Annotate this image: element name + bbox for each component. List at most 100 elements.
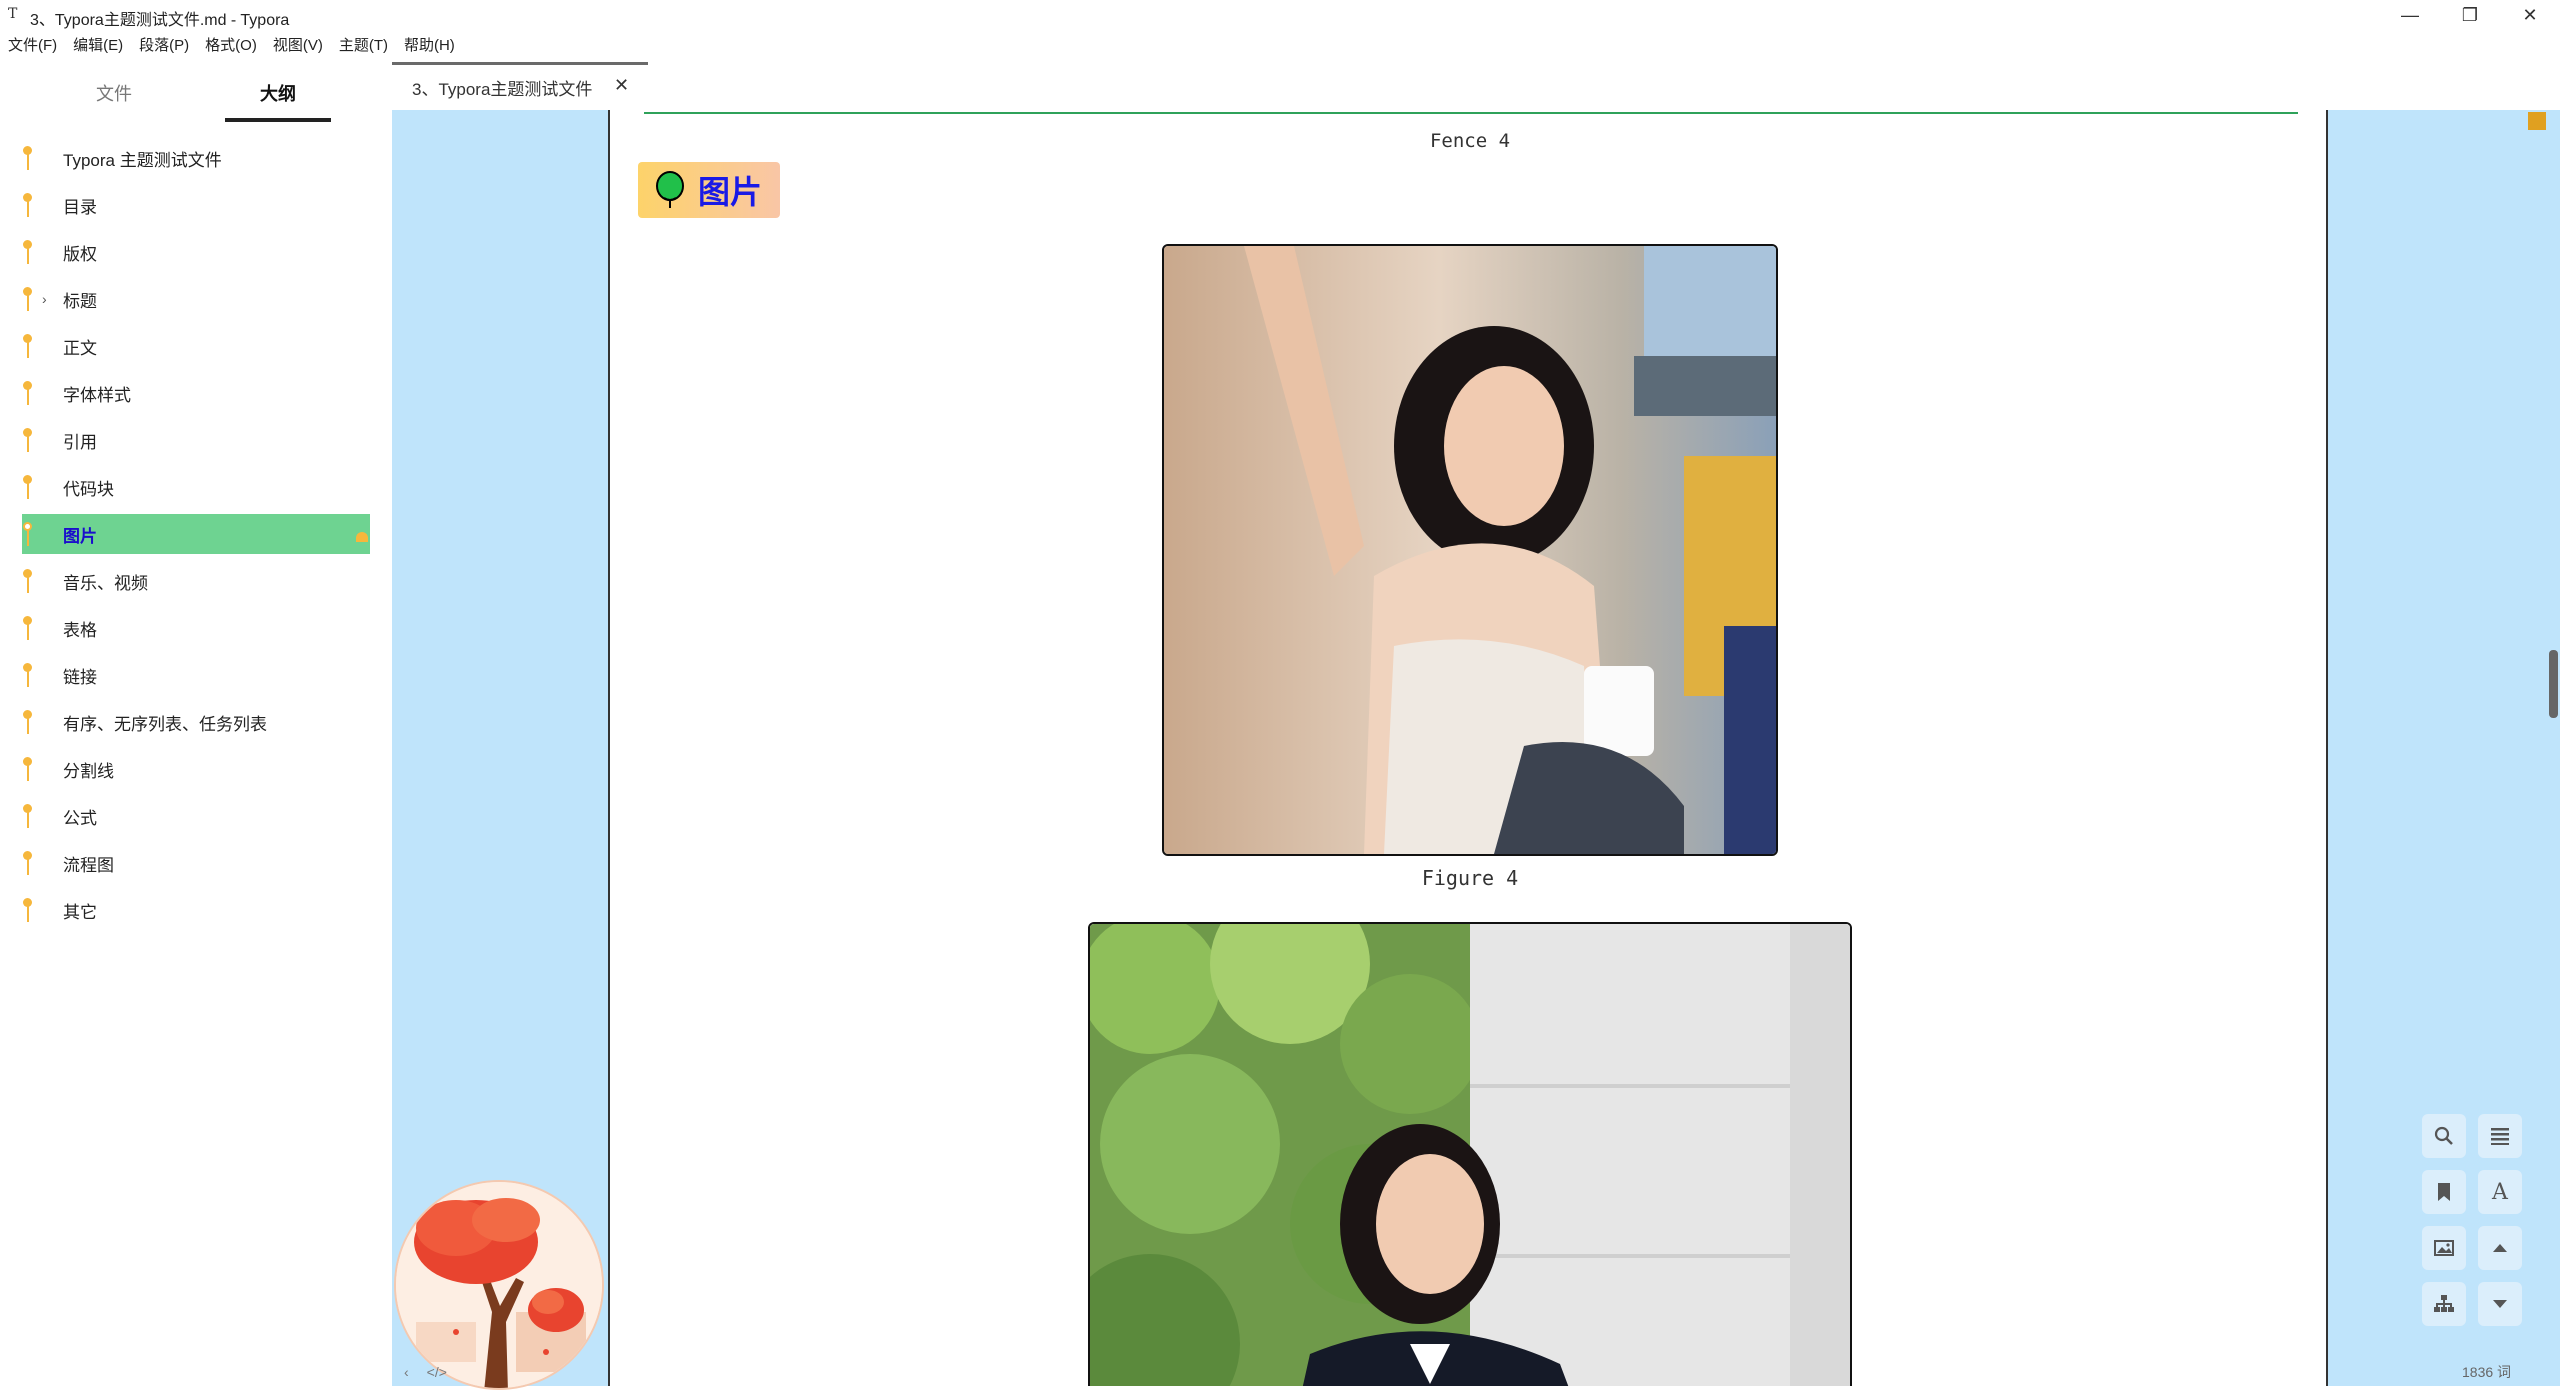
outline-item-headings[interactable]: › 标题 — [22, 279, 370, 319]
chevron-right-icon[interactable]: › — [42, 291, 47, 307]
image-icon[interactable] — [2422, 1226, 2466, 1270]
source-code-icon[interactable]: </> — [427, 1364, 447, 1380]
maximize-button[interactable]: ❐ — [2440, 0, 2500, 30]
outline-item-label: 版权 — [63, 244, 97, 264]
figure-5-image[interactable] — [1088, 922, 1852, 1386]
outline-item-code-block[interactable]: 代码块 — [22, 467, 370, 507]
pin-icon — [22, 285, 32, 313]
outline-item-toc[interactable]: 目录 — [22, 185, 370, 225]
outline-item-label: 流程图 — [63, 855, 114, 875]
close-window-button[interactable]: ✕ — [2500, 0, 2560, 30]
outline-item-lists[interactable]: 有序、无序列表、任务列表 — [22, 702, 370, 742]
menu-format[interactable]: 格式(O) — [197, 34, 265, 58]
heading-text: 图片 — [698, 174, 763, 210]
editor-area[interactable]: Fence 4 图片 Figure 4 — [608, 110, 2328, 1386]
outline-item-label: 其它 — [63, 902, 97, 922]
pin-icon — [22, 896, 32, 924]
outline-item-label: 引用 — [63, 432, 97, 452]
corner-marker — [2528, 112, 2546, 130]
close-tab-icon[interactable]: ✕ — [614, 75, 629, 96]
outline-item-body[interactable]: 正文 — [22, 326, 370, 366]
outline-item-label: 目录 — [63, 197, 97, 217]
outline-item-flowchart[interactable]: 流程图 — [22, 843, 370, 883]
pin-icon — [22, 191, 32, 219]
pin-icon — [22, 473, 32, 501]
figure-4-image[interactable] — [1162, 244, 1778, 856]
bookmark-icon[interactable] — [2422, 1170, 2466, 1214]
menu-file[interactable]: 文件(F) — [0, 34, 65, 58]
window-title: 3、Typora主题测试文件.md - Typora — [30, 12, 290, 29]
pin-icon — [22, 614, 32, 642]
active-marker — [356, 532, 368, 542]
tree-icon — [656, 171, 684, 208]
outline-item-label: 分割线 — [63, 761, 114, 781]
active-tab-indicator — [225, 118, 331, 122]
pin-icon — [22, 238, 32, 266]
scrollbar-thumb[interactable] — [2549, 650, 2558, 718]
menu-theme[interactable]: 主题(T) — [331, 34, 396, 58]
figure-4-caption: Figure 4 — [1421, 866, 1519, 890]
pin-icon — [22, 708, 32, 736]
outline-item-quote[interactable]: 引用 — [22, 420, 370, 460]
outline-item-label: 标题 — [63, 291, 97, 311]
fence-caption: Fence 4 — [1429, 130, 1511, 152]
pin-icon — [22, 520, 32, 548]
heading-images[interactable]: 图片 — [638, 162, 781, 218]
code-fence-bottom-border — [644, 112, 2298, 114]
outline-item-label: 字体样式 — [63, 385, 131, 405]
document-tab-strip: 3、Typora主题测试文件 ✕ — [392, 62, 2560, 110]
outline-item-typora-theme-test[interactable]: Typora 主题测试文件 — [22, 138, 370, 178]
sitemap-icon[interactable] — [2422, 1282, 2466, 1326]
minimize-button[interactable]: — — [2380, 0, 2440, 30]
outline-item-others[interactable]: 其它 — [22, 890, 370, 930]
arrow-up-icon[interactable] — [2478, 1226, 2522, 1270]
pin-icon — [22, 144, 32, 172]
outline-item-label: 代码块 — [63, 479, 114, 499]
pin-icon — [22, 755, 32, 783]
pin-icon — [22, 661, 32, 689]
pin-icon — [22, 802, 32, 830]
app-icon: T — [8, 6, 18, 22]
outline-item-label: Typora 主题测试文件 — [63, 150, 222, 170]
outline-item-formula[interactable]: 公式 — [22, 796, 370, 836]
avatar-tree-illustration — [394, 1180, 604, 1390]
outline-item-label: 图片 — [63, 526, 97, 546]
outline-item-tables[interactable]: 表格 — [22, 608, 370, 648]
collapse-sidebar-icon[interactable]: ‹ — [404, 1364, 409, 1380]
outline-item-label: 表格 — [63, 620, 97, 640]
search-icon[interactable] — [2422, 1114, 2466, 1158]
outline-item-copyright[interactable]: 版权 — [22, 232, 370, 272]
outline-item-images[interactable]: 图片 — [22, 514, 370, 554]
outline-item-label: 正文 — [63, 338, 97, 358]
pin-icon — [22, 567, 32, 595]
menu-edit[interactable]: 编辑(E) — [65, 34, 131, 58]
outline-item-audio-video[interactable]: 音乐、视频 — [22, 561, 370, 601]
word-count[interactable]: 1836 词 — [2462, 1362, 2511, 1382]
tab-files[interactable]: 文件 — [96, 80, 132, 110]
outline-item-font-styles[interactable]: 字体样式 — [22, 373, 370, 413]
tab-outline[interactable]: 大纲 — [260, 80, 296, 110]
menu-view[interactable]: 视图(V) — [265, 34, 331, 58]
pin-icon — [22, 426, 32, 454]
pin-icon — [22, 849, 32, 877]
pin-icon — [22, 379, 32, 407]
arrow-down-icon[interactable] — [2478, 1282, 2522, 1326]
outline-item-links[interactable]: 链接 — [22, 655, 370, 695]
pin-icon — [22, 332, 32, 360]
menu-bar: 文件(F) 编辑(E) 段落(P) 格式(O) 视图(V) 主题(T) 帮助(H… — [0, 34, 463, 58]
sidebar-bottom-controls: ‹ </> — [404, 1364, 447, 1380]
outline-item-label: 音乐、视频 — [63, 573, 148, 593]
sidebar: 文件 大纲 Typora 主题测试文件 目录 版权 › 标题 正文 字体样式 引… — [0, 62, 392, 1386]
menu-help[interactable]: 帮助(H) — [396, 34, 463, 58]
font-icon[interactable]: A — [2478, 1170, 2522, 1214]
outline-item-divider[interactable]: 分割线 — [22, 749, 370, 789]
outline-item-label: 公式 — [63, 808, 97, 828]
document-tab-title: 3、Typora主题测试文件 — [412, 80, 593, 99]
menu-icon[interactable] — [2478, 1114, 2522, 1158]
outline-item-label: 链接 — [63, 667, 97, 687]
sidebar-tabs: 文件 大纲 — [0, 62, 392, 126]
menu-paragraph[interactable]: 段落(P) — [131, 34, 197, 58]
document-tab[interactable]: 3、Typora主题测试文件 ✕ — [392, 62, 648, 110]
title-bar: T 3、Typora主题测试文件.md - Typora — ❐ ✕ — [0, 0, 2560, 30]
outline-item-label: 有序、无序列表、任务列表 — [63, 714, 267, 734]
